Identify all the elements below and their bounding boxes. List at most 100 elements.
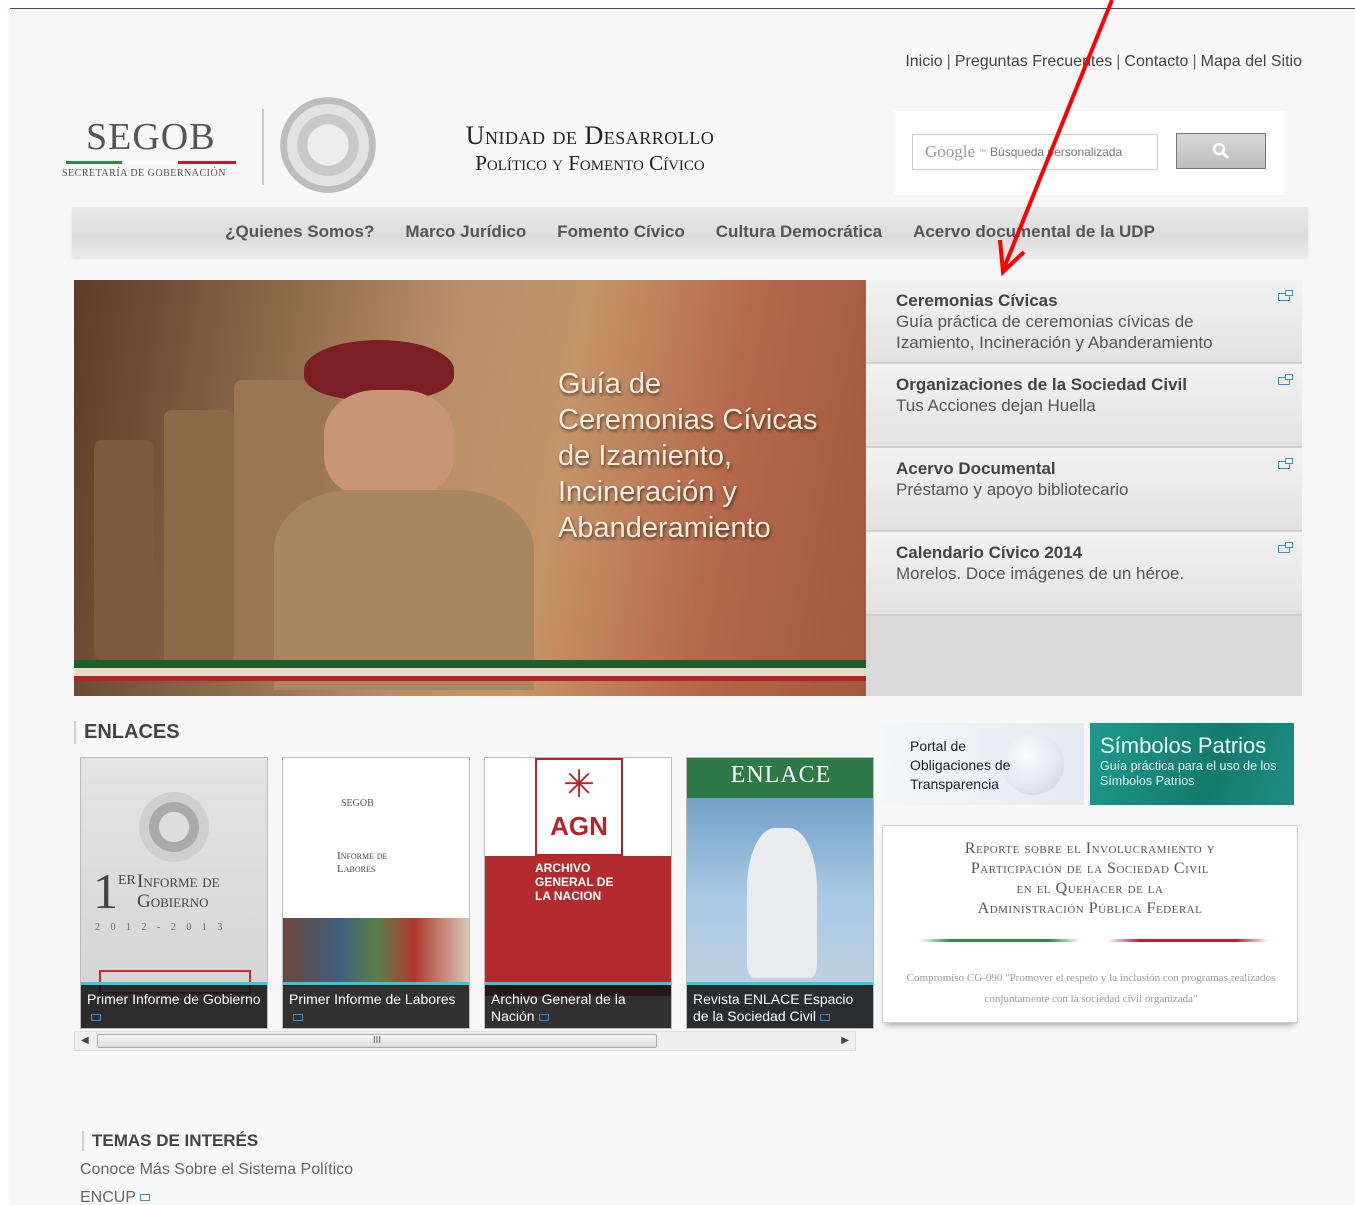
temas-link-encup[interactable]: ENCUP [80, 1189, 151, 1205]
featured-item-desc: Morelos. Doce imágenes de un héroe. [896, 564, 1185, 583]
cadet-figure [164, 410, 234, 670]
enlace-header: ENLACE [687, 758, 873, 798]
enlace-title: ENLACE [730, 762, 832, 788]
external-link-icon [91, 1013, 101, 1021]
featured-item-acervo[interactable]: Acervo Documental Préstamo y apoyo bibli… [866, 448, 1302, 532]
enlaces-carousel: 1ER Informe de Gobierno 2 0 1 2 - 2 0 1 … [80, 757, 874, 1029]
flag-stripe-green [74, 660, 866, 668]
card-caption: Primer Informe de Gobierno [81, 982, 267, 1028]
cover-number: 1 [93, 863, 118, 919]
search-icon [1212, 142, 1230, 160]
portal-text: Portal de Obligaciones de Transparencia [910, 738, 1011, 792]
escudo-icon [139, 792, 209, 862]
featured-item-title: Organizaciones de la Sociedad Civil [896, 375, 1187, 394]
nav-cultura-democratica[interactable]: Cultura Democrática [700, 222, 897, 242]
scroll-grip: III [372, 1035, 382, 1046]
external-link-icon [1278, 542, 1293, 553]
segob-logo[interactable]: SEGOB SECRETARÍA DE GOBERNACIÓN [62, 115, 242, 185]
external-link-icon [1278, 374, 1293, 385]
scroll-left-icon[interactable]: ◀ [81, 1035, 89, 1046]
portal-transparencia-banner[interactable]: Portal de Obligaciones de Transparencia [882, 723, 1084, 805]
featured-item-desc: Guía práctica de ceremonias cívicas de I… [896, 312, 1213, 352]
cover-brand: SEGOB [341, 798, 374, 809]
cover-title-text: Informe de Gobierno [137, 871, 220, 912]
nav-acervo-documental[interactable]: Acervo documental de la UDP [898, 222, 1171, 242]
hero-banner[interactable]: Guía de Ceremonias Cívicas de Izamiento,… [74, 280, 866, 696]
unit-title-line2: Político y Fomento Cívico [475, 151, 705, 175]
unit-title-line1: Unidad de Desarrollo [465, 121, 715, 150]
card-agn[interactable]: ✳ AGN ARCHIVO GENERAL DE LA NACION Archi… [484, 757, 672, 1029]
main-nav: ¿Quienes Somos? Marco Jurídico Fomento C… [72, 207, 1308, 257]
cover-collage [283, 918, 469, 986]
card-informe-gobierno[interactable]: 1ER Informe de Gobierno 2 0 1 2 - 2 0 1 … [80, 757, 268, 1029]
card-caption: Archivo General de la Nación [485, 982, 671, 1028]
link-mapa-del-sitio[interactable]: Mapa del Sitio [1201, 53, 1302, 70]
orb-icon [1002, 733, 1064, 795]
nav-marco-juridico[interactable]: Marco Jurídico [390, 222, 542, 242]
featured-item-desc: Préstamo y apoyo bibliotecario [896, 480, 1129, 499]
card-informe-labores[interactable]: SEGOB Informe de Labores Primer Informe … [282, 757, 470, 1029]
nav-quienes-somos[interactable]: ¿Quienes Somos? [210, 222, 390, 242]
temas-link-sistema-politico[interactable]: Conoce Más Sobre el Sistema Político [80, 1161, 353, 1179]
simbolos-subtitle: Guía práctica para el uso de los Símbolo… [1100, 759, 1277, 788]
scroll-right-icon[interactable]: ▶ [841, 1035, 849, 1046]
card-caption: Primer Informe de Labores [283, 982, 469, 1028]
google-brand: Google [925, 142, 976, 161]
search-button[interactable] [1176, 133, 1266, 169]
flag-stripe-red [74, 676, 866, 681]
unit-title: Unidad de Desarrollo Político y Fomento … [430, 121, 750, 176]
agn-star-icon: ✳ [563, 764, 595, 806]
search-placeholder: Búsqueda personalizada [990, 145, 1123, 159]
logo-divider [262, 109, 264, 185]
hero-text-line: Guía de [558, 368, 662, 400]
search-box: Google ™ Búsqueda personalizada [894, 111, 1284, 195]
agn-subtitle: ARCHIVO GENERAL DE LA NACION [535, 861, 614, 903]
hero-text-line: de Izamiento, [558, 440, 733, 472]
featured-item-title: Ceremonias Cívicas [896, 291, 1058, 310]
temas-heading: TEMAS DE INTERÉS [82, 1131, 258, 1151]
featured-item-title: Calendario Cívico 2014 [896, 543, 1083, 562]
external-link-icon [819, 1013, 830, 1021]
hero-text-line: Abanderamiento [558, 512, 771, 544]
featured-item-ceremonias[interactable]: Ceremonias Cívicas Guía práctica de cere… [866, 280, 1302, 364]
featured-item-title: Acervo Documental [896, 459, 1056, 478]
hero-text: Guía de Ceremonias Cívicas de Izamiento,… [558, 366, 858, 546]
flag-stripe-white [74, 668, 866, 676]
carousel-scrollbar[interactable]: ◀ III ▶ [74, 1031, 856, 1051]
agn-logo-text: AGN [550, 811, 608, 841]
featured-item-organizaciones[interactable]: Organizaciones de la Sociedad Civil Tus … [866, 364, 1302, 448]
escudo-nacional-icon [280, 97, 376, 193]
scroll-thumb[interactable]: III [97, 1034, 657, 1048]
segob-subtitle: SECRETARÍA DE GOBERNACIÓN [62, 168, 226, 179]
featured-list: Ceremonias Cívicas Guía práctica de cere… [866, 280, 1302, 696]
cover-title-text: Informe de Labores [337, 850, 388, 875]
external-link-icon [1278, 290, 1293, 301]
segob-wordmark: SEGOB [86, 116, 216, 158]
separator: | [1116, 53, 1121, 70]
nav-fomento-civico[interactable]: Fomento Cívico [542, 222, 701, 242]
link-inicio[interactable]: Inicio [905, 53, 942, 70]
external-link-icon [140, 1194, 151, 1202]
hero-text-line: Ceremonias Cívicas [558, 404, 818, 436]
cover-years: 2 0 1 2 - 2 0 1 3 [95, 922, 227, 933]
link-contacto[interactable]: Contacto [1124, 53, 1188, 70]
simbolos-patrios-banner[interactable]: Símbolos Patrios Guía práctica para el u… [1090, 723, 1294, 805]
external-link-icon [538, 1013, 549, 1021]
angel-statue [747, 828, 817, 978]
cover-sup: ER [118, 873, 136, 888]
cadet-face [324, 390, 454, 500]
featured-item-calendario[interactable]: Calendario Cívico 2014 Morelos. Doce imá… [866, 532, 1302, 616]
agn-logo-box: ✳ AGN [535, 758, 623, 856]
featured-item-desc: Tus Acciones dejan Huella [896, 396, 1096, 415]
card-revista-enlace[interactable]: ENLACE Revista ENLACE Espacio de la Soci… [686, 757, 874, 1029]
report-title: Reporte sobre el Involucramiento y Parti… [964, 840, 1216, 917]
card-caption: Revista ENLACE Espacio de la Sociedad Ci… [687, 982, 873, 1028]
external-link-icon [1278, 458, 1293, 469]
simbolos-title: Símbolos Patrios [1100, 733, 1267, 758]
tricolor-bar [66, 161, 236, 164]
cadet-figure [94, 440, 154, 660]
reporte-banner[interactable]: Reporte sobre el Involucramiento y Parti… [882, 825, 1298, 1023]
hero-text-line: Incineración y [558, 476, 737, 508]
search-input[interactable]: Google ™ Búsqueda personalizada [912, 134, 1158, 170]
link-preguntas-frecuentes[interactable]: Preguntas Frecuentes [955, 53, 1112, 70]
